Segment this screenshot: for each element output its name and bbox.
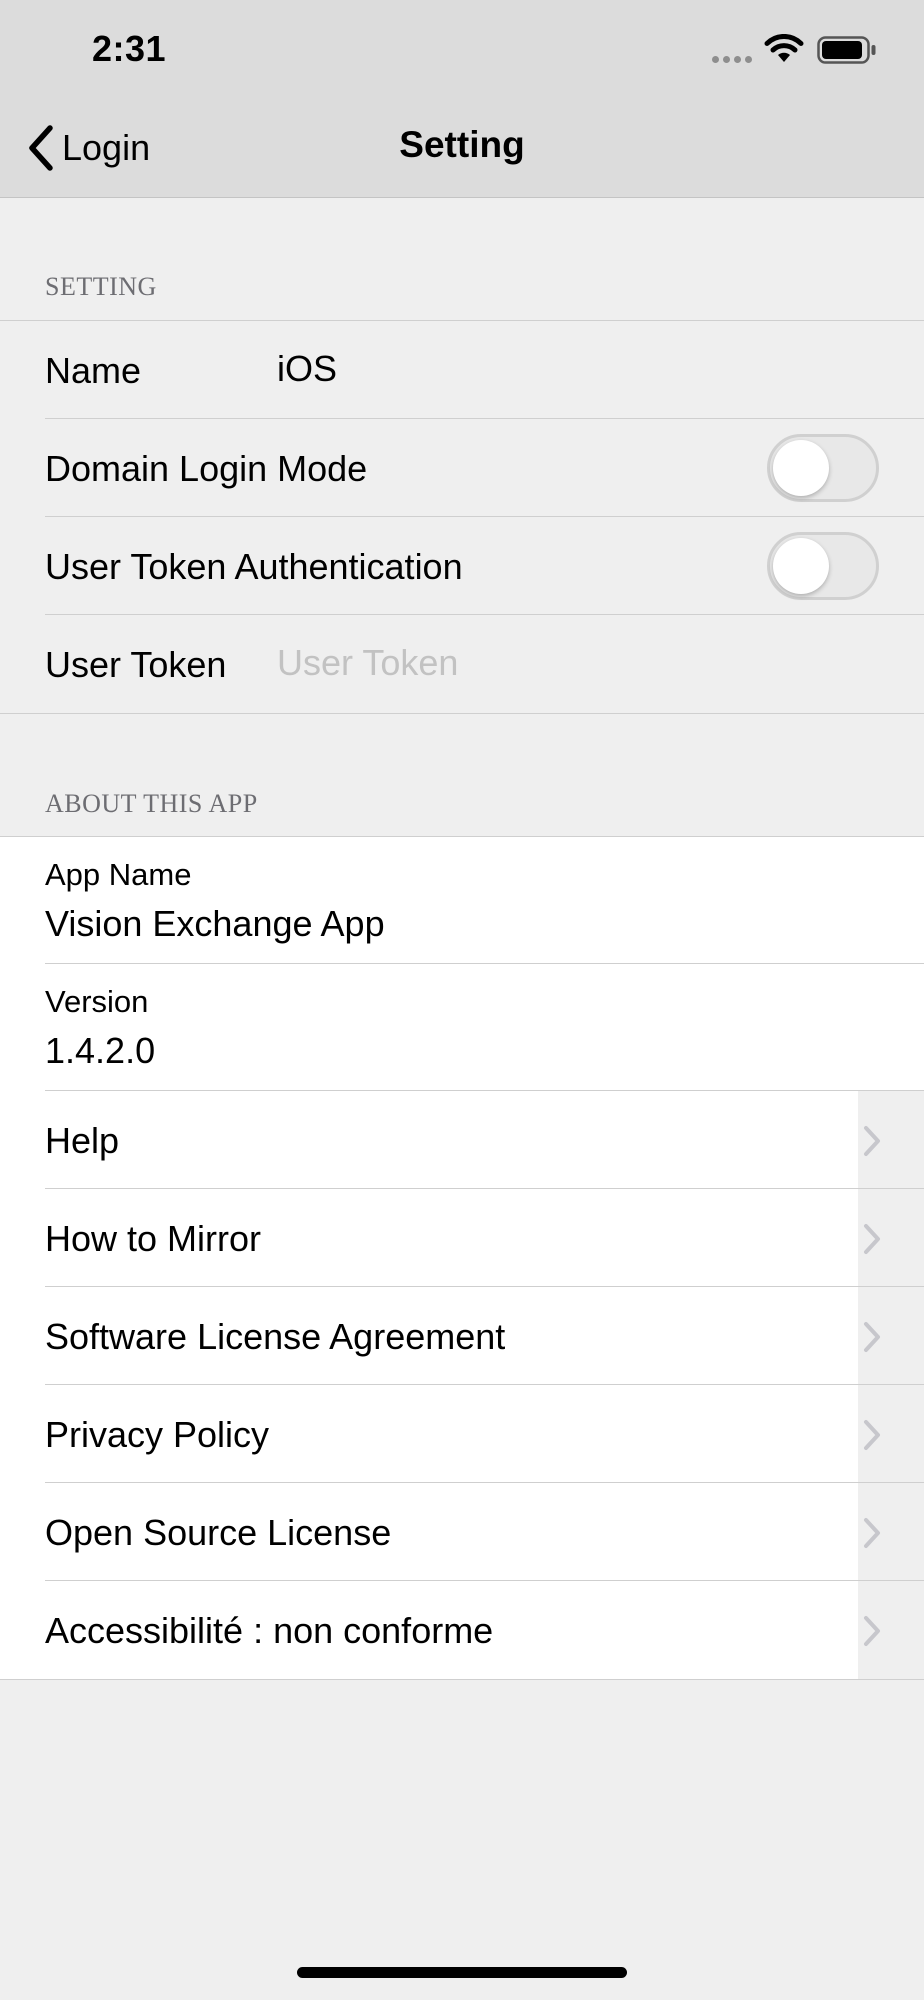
user-token-row[interactable]: User Token User Token [0,615,924,713]
user-token-auth-toggle[interactable] [767,532,879,600]
list-item-privacy-policy[interactable]: Privacy Policy [0,1385,924,1483]
version-value: 1.4.2.0 [45,1030,156,1071]
domain-login-label: Domain Login Mode [45,448,368,489]
user-token-auth-row: User Token Authentication [0,517,924,615]
battery-icon [817,36,876,64]
list-item-software-license[interactable]: Software License Agreement [0,1287,924,1385]
list-item-label: Accessibilité : non conforme [45,1610,494,1651]
user-token-auth-label: User Token Authentication [45,546,463,587]
status-time: 2:31 [92,28,167,69]
list-item-label: Privacy Policy [45,1414,270,1455]
chevron-right-icon [864,1616,880,1646]
list-item-label: How to Mirror [45,1218,262,1259]
chevron-right-icon [864,1126,880,1156]
list-item-help[interactable]: Help [0,1091,924,1189]
name-label: Name [45,350,142,391]
wifi-icon [764,34,804,62]
list-item-label: Open Source License [45,1512,392,1553]
section-header-about: ABOUT THIS APP [45,789,258,818]
chevron-right-icon [864,1322,880,1352]
chevron-right-icon [864,1420,880,1450]
app-name-row: App Name Vision Exchange App [0,837,924,964]
page-title: Setting [399,124,525,165]
chevron-right-icon [864,1224,880,1254]
chevron-right-icon [864,1518,880,1548]
version-label: Version [45,984,149,1019]
name-field[interactable]: iOS [277,348,337,390]
user-token-label: User Token [45,644,227,685]
domain-login-toggle[interactable] [767,434,879,502]
list-item-how-to-mirror[interactable]: How to Mirror [0,1189,924,1287]
list-item-label: Help [45,1120,120,1161]
section-header-setting: SETTING [45,272,157,301]
user-token-input[interactable]: User Token [277,642,458,684]
app-name-value: Vision Exchange App [45,903,385,944]
navigation-bar: 2:31 Login Setting [0,0,924,198]
version-row: Version 1.4.2.0 [0,964,924,1091]
setting-group: Name iOS Domain Login Mode User Token Au… [0,320,924,714]
list-item-open-source-license[interactable]: Open Source License [0,1483,924,1581]
app-name-label: App Name [45,857,192,892]
about-group: App Name Vision Exchange App Version 1.4… [0,836,924,1680]
domain-login-row: Domain Login Mode [0,419,924,517]
list-item-accessibility[interactable]: Accessibilité : non conforme [0,1581,924,1679]
cellular-signal-icon [712,56,752,63]
name-row[interactable]: Name iOS [0,321,924,419]
home-indicator[interactable] [297,1967,627,1978]
list-item-label: Software License Agreement [45,1316,506,1357]
